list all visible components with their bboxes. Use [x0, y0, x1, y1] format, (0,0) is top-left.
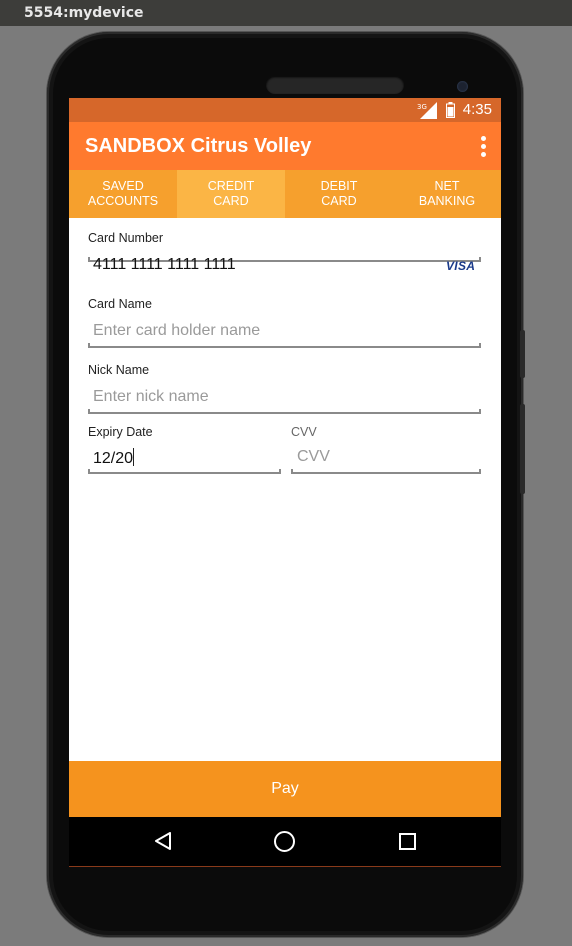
signal-icon: 3G	[417, 102, 437, 119]
card-number-value: 4111 1111 1111 1111	[93, 256, 236, 273]
card-name-label: Card Name	[88, 297, 152, 311]
card-name-placeholder: Enter card holder name	[93, 322, 261, 339]
status-bar: 3G 4:35	[69, 98, 501, 122]
tab-debit-card[interactable]: DEBIT CARD	[285, 170, 393, 218]
visa-logo-icon: VISA	[446, 259, 476, 273]
card-number-label: Card Number	[88, 231, 164, 245]
pay-button[interactable]: Pay	[69, 761, 501, 817]
device-screen: 3G 4:35 SANDBOX Citrus Volley SAVED ACCO…	[69, 98, 501, 866]
app-title: SANDBOX Citrus Volley	[85, 135, 312, 157]
status-time: 4:35	[462, 101, 492, 118]
window-title: 5554:mydevice	[0, 0, 572, 26]
nick-name-placeholder: Enter nick name	[93, 388, 209, 405]
screen-bottom-edge	[69, 866, 501, 867]
volume-button[interactable]	[520, 330, 525, 378]
svg-text:3G: 3G	[417, 103, 427, 111]
expiry-date-value: 12/20	[93, 448, 135, 467]
payment-tabs: SAVED ACCOUNTS CREDIT CARD DEBIT CARD NE…	[69, 170, 501, 218]
app-bar: SANDBOX Citrus Volley	[69, 122, 501, 170]
power-button[interactable]	[520, 404, 525, 494]
battery-icon	[446, 102, 455, 118]
cvv-label: CVV	[291, 425, 317, 439]
tab-credit-card[interactable]: CREDIT CARD	[177, 170, 285, 218]
navigation-bar	[69, 817, 501, 866]
tab-net-banking[interactable]: NET BANKING	[393, 170, 501, 218]
back-icon[interactable]	[154, 832, 172, 850]
overflow-menu-icon[interactable]	[481, 136, 487, 157]
nick-name-label: Nick Name	[88, 363, 150, 377]
speaker-grille	[266, 76, 404, 94]
home-icon[interactable]	[274, 831, 295, 852]
cvv-placeholder: CVV	[297, 448, 330, 465]
tab-saved-accounts[interactable]: SAVED ACCOUNTS	[69, 170, 177, 218]
expiry-date-label: Expiry Date	[88, 425, 153, 439]
recents-icon[interactable]	[399, 833, 416, 850]
text-cursor	[133, 448, 135, 466]
front-camera-icon	[457, 81, 468, 92]
